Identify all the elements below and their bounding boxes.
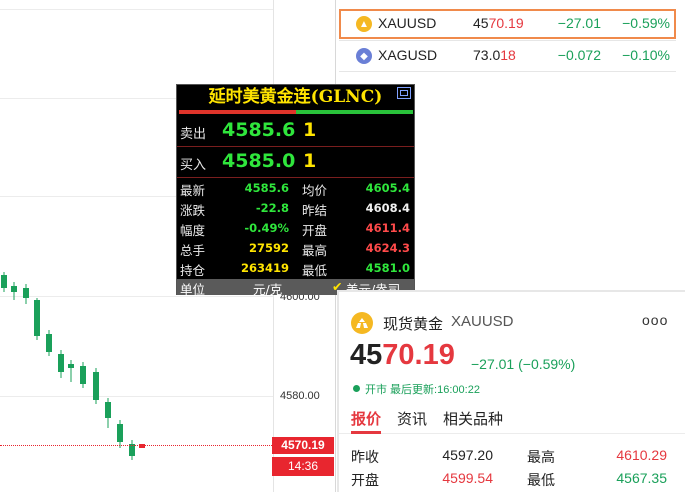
unit-cny-option[interactable]: 元/克 xyxy=(253,279,282,298)
stat-value: 4608.4 xyxy=(365,201,410,215)
candle-body xyxy=(68,364,74,368)
watchlist-row-xauusd[interactable]: ▲ XAUUSD 4570.19 −27.01 −0.59% xyxy=(339,9,676,39)
stat-row: 涨跌 -22.8 昨结 4608.4 xyxy=(177,198,414,218)
stat-label: 均价 xyxy=(302,183,328,198)
stat-label: 总手 xyxy=(180,243,206,258)
more-options-icon[interactable]: ooo xyxy=(642,312,668,328)
tab-quote[interactable]: 报价 xyxy=(351,408,381,429)
gold-coin-icon xyxy=(351,312,373,334)
stat-row: 最新 4585.6 均价 4605.4 xyxy=(177,178,414,198)
candle-body xyxy=(105,402,111,418)
stat-row: 幅度 -0.49% 开盘 4611.4 xyxy=(177,218,414,238)
sell-price: 4585.6 xyxy=(222,119,296,141)
tab-divider xyxy=(339,433,685,434)
stat-value: 4605.4 xyxy=(365,181,410,195)
stat-label: 涨跌 xyxy=(180,203,206,218)
sell-row: 卖出 4585.6 1 xyxy=(177,116,414,146)
last-time-tag: 14:36 xyxy=(272,457,334,476)
sell-label: 卖出 xyxy=(180,127,207,142)
tab-news[interactable]: 资讯 xyxy=(397,408,427,429)
stat-value: 263419 xyxy=(240,261,289,275)
price-label: 73.018 xyxy=(473,47,516,63)
stat-label: 开盘 xyxy=(351,472,379,488)
instrument-name: 现货黄金 xyxy=(383,316,444,333)
candle-body xyxy=(11,286,17,292)
candle-body xyxy=(58,354,64,372)
stat-label: 最高 xyxy=(302,243,328,258)
stat-value: 4610.29 xyxy=(616,447,667,463)
stat-value: -22.8 xyxy=(255,201,289,215)
popup-title: 延时美黄金连(GLNC) xyxy=(208,87,383,107)
percent-label: −0.10% xyxy=(622,47,670,63)
market-status: 开市 最后更新:16:00:22 xyxy=(365,384,480,396)
silver-coin-icon: ◆ xyxy=(356,48,372,64)
candle-body xyxy=(1,275,7,288)
buy-bar xyxy=(296,110,413,114)
symbol-label: XAGUSD xyxy=(378,47,438,63)
current-price: 4570.19 xyxy=(350,339,455,371)
last-price-line xyxy=(0,445,272,446)
buy-row: 买入 4585.0 1 xyxy=(177,147,414,177)
stat-value: 4585.6 xyxy=(244,181,289,195)
candle-body xyxy=(93,372,99,400)
stat-label: 最高 xyxy=(527,449,555,465)
price-change: −27.01 (−0.59%) xyxy=(471,356,576,372)
gold-coin-icon: ▲ xyxy=(356,16,372,32)
buy-price: 4585.0 xyxy=(222,150,296,172)
stat-label: 最低 xyxy=(527,472,555,488)
stat-row: 持仓 263419 最低 4581.0 xyxy=(177,258,414,278)
stat-row: 总手 27592 最高 4624.3 xyxy=(177,238,414,258)
candle-body xyxy=(23,288,29,298)
stat-value: 4611.4 xyxy=(365,221,410,235)
stat-value: 27592 xyxy=(248,241,289,255)
stat-value: 4581.0 xyxy=(365,261,410,275)
buy-label: 买入 xyxy=(180,158,207,173)
stat-value: 4567.35 xyxy=(616,470,667,486)
change-label: −0.072 xyxy=(557,47,601,63)
stat-label: 昨结 xyxy=(302,203,328,218)
symbol-label: XAUUSD xyxy=(378,15,437,31)
instrument-symbol: XAUUSD xyxy=(451,313,514,330)
change-label: −27.01 xyxy=(557,15,601,31)
candle-body xyxy=(46,334,52,352)
candle-body xyxy=(117,424,123,442)
stat-label: 持仓 xyxy=(180,263,206,278)
stat-value: 4624.3 xyxy=(365,241,410,255)
stat-value: -0.49% xyxy=(244,221,289,235)
stat-label: 最新 xyxy=(180,183,206,198)
quote-popup[interactable]: 延时美黄金连(GLNC) 卖出 4585.6 1 买入 4585.0 1 最新 … xyxy=(176,84,415,298)
stat-label: 昨收 xyxy=(351,449,379,465)
maximize-icon[interactable] xyxy=(397,87,411,99)
watchlist-row-xagusd[interactable]: ◆ XAGUSD 73.018 −0.072 −0.10% xyxy=(339,41,676,71)
stat-value: 4597.20 xyxy=(442,447,493,463)
buy-volume: 1 xyxy=(303,150,317,172)
candle-body xyxy=(34,300,40,336)
quote-card: 现货黄金 XAUUSD ooo 4570.19 −27.01 (−0.59%) … xyxy=(337,290,685,492)
y-axis-label: 4580.00 xyxy=(280,390,320,402)
stat-value: 4599.54 xyxy=(442,470,493,486)
market-open-dot-icon xyxy=(353,385,360,392)
sell-volume: 1 xyxy=(303,119,317,141)
stat-label: 最低 xyxy=(302,263,328,278)
stat-label: 开盘 xyxy=(302,223,328,238)
tab-related[interactable]: 相关品种 xyxy=(443,408,503,429)
stat-label: 幅度 xyxy=(180,223,206,238)
divider xyxy=(339,71,676,72)
unit-label: 单位 xyxy=(180,282,206,297)
price-label: 4570.19 xyxy=(473,15,524,31)
sell-bar xyxy=(179,110,296,114)
active-tab-indicator xyxy=(351,431,381,434)
last-price-tag: 4570.19 xyxy=(272,437,334,454)
candle-body xyxy=(80,366,86,384)
percent-label: −0.59% xyxy=(622,15,670,31)
